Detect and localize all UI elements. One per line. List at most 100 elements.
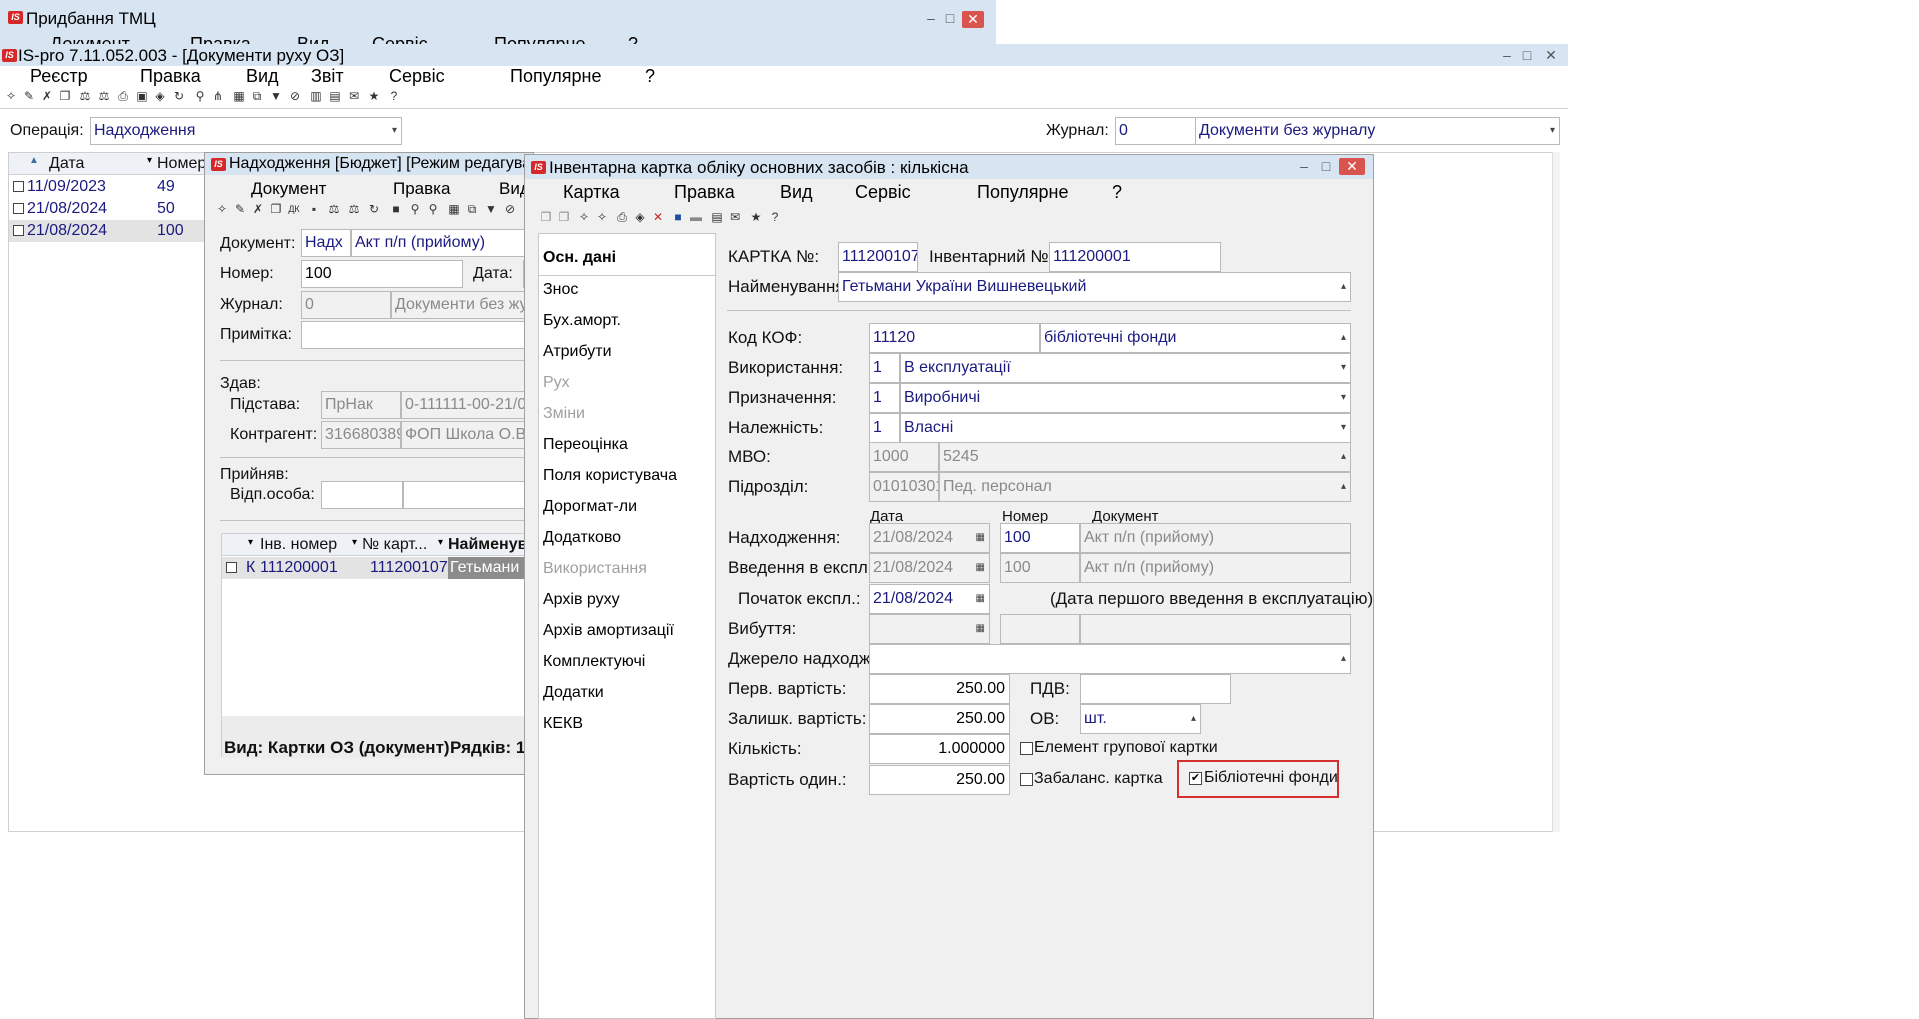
- card-menu-popular[interactable]: Популярне: [977, 182, 1069, 203]
- tab-attachments[interactable]: Додатки: [543, 684, 604, 702]
- new-icon[interactable]: ✧: [215, 202, 229, 216]
- tmc-menu-help[interactable]: ?: [628, 34, 638, 44]
- tab-precious-metals[interactable]: Дорогмат-ли: [543, 498, 637, 516]
- unit-cost-field[interactable]: 250.00: [869, 765, 1010, 795]
- use-code-field[interactable]: 1: [869, 353, 900, 383]
- column-inv-number[interactable]: Інв. номер: [260, 536, 337, 554]
- maximize-icon[interactable]: □: [1315, 158, 1337, 175]
- card-menu-service[interactable]: Сервіс: [855, 182, 911, 203]
- library-funds-checkbox[interactable]: ✔: [1189, 772, 1202, 785]
- scales-icon[interactable]: ⚖: [327, 202, 341, 216]
- search-icon[interactable]: ⚲: [193, 89, 207, 103]
- comment-icon[interactable]: ▬: [689, 210, 703, 224]
- use-select[interactable]: В експлуатації ▾: [900, 353, 1351, 383]
- row-checkbox[interactable]: [13, 203, 24, 214]
- balance-icon[interactable]: ⚖: [347, 202, 361, 216]
- resp-person-name-field[interactable]: [403, 481, 533, 509]
- save-icon[interactable]: ■: [671, 210, 685, 224]
- table-icon[interactable]: ▦: [447, 202, 461, 216]
- document-name-field[interactable]: Акт п/п (прийому): [351, 229, 533, 257]
- belong-select[interactable]: Власні ▾: [900, 413, 1351, 443]
- offbalance-checkbox[interactable]: [1020, 773, 1033, 786]
- card-menu-edit[interactable]: Правка: [674, 182, 735, 203]
- card-menu-card[interactable]: Картка: [563, 182, 620, 203]
- receipt-window-titlebar[interactable]: IS Надходження [Бюджет] [Режим редагуван…: [205, 153, 562, 175]
- tree-icon[interactable]: ⋔: [211, 89, 225, 103]
- resp-person-code-field[interactable]: [321, 481, 403, 509]
- name-field[interactable]: Гетьмани України Вишневецький ▴: [838, 272, 1351, 302]
- note-field[interactable]: [301, 321, 533, 349]
- tab-kekv[interactable]: КЕКВ: [543, 715, 583, 733]
- table-row[interactable]: 21/08/2024 50: [9, 198, 209, 220]
- tab-amortization-archive[interactable]: Архів амортизації: [543, 622, 674, 640]
- print-icon[interactable]: ⎙: [615, 210, 629, 224]
- tmc-menu-document[interactable]: Документ: [50, 34, 130, 44]
- close-icon[interactable]: ✕: [1339, 158, 1365, 175]
- mail-icon[interactable]: ✉: [728, 210, 742, 224]
- main-menu-help[interactable]: ?: [645, 66, 655, 87]
- purpose-select[interactable]: Виробничі ▾: [900, 383, 1351, 413]
- card-menu-help[interactable]: ?: [1112, 182, 1122, 203]
- search-next-icon[interactable]: ⚲: [426, 202, 440, 216]
- help-icon[interactable]: ?: [768, 210, 782, 224]
- column-filter-icon[interactable]: ▾: [147, 155, 152, 166]
- tmc-window-titlebar[interactable]: IS Придбання ТМЦ – □ ✕ Документ Правка В…: [0, 0, 996, 44]
- tmc-menu-edit[interactable]: Правка: [190, 34, 251, 44]
- table-row[interactable]: 11/09/2023 49: [9, 176, 209, 198]
- column-date[interactable]: Дата: [49, 155, 84, 173]
- maximize-icon[interactable]: □: [939, 10, 961, 27]
- refresh-icon[interactable]: ↻: [172, 89, 186, 103]
- card-no-field[interactable]: 111200107: [838, 242, 918, 272]
- block-icon[interactable]: ▪: [307, 202, 321, 216]
- paste-icon[interactable]: ❐: [557, 210, 571, 224]
- main-menu-edit[interactable]: Правка: [140, 66, 201, 87]
- delete-doc-icon[interactable]: ✗: [251, 202, 265, 216]
- chart-icon[interactable]: ▥: [309, 89, 323, 103]
- table-icon[interactable]: ▦: [232, 89, 246, 103]
- maximize-icon[interactable]: □: [1516, 47, 1538, 64]
- close-icon[interactable]: ✕: [1540, 47, 1562, 64]
- row-checkbox[interactable]: [13, 181, 24, 192]
- belong-code-field[interactable]: 1: [869, 413, 900, 443]
- clear-filter-icon[interactable]: ⊘: [288, 89, 302, 103]
- column-card-number[interactable]: № карт...: [362, 536, 427, 554]
- sort-asc-icon[interactable]: ▲: [29, 155, 39, 166]
- package-icon[interactable]: ▣: [135, 89, 149, 103]
- tab-movement-archive[interactable]: Архів руху: [543, 591, 620, 609]
- main-menu-service[interactable]: Сервіс: [389, 66, 445, 87]
- tab-additional[interactable]: Додатково: [543, 529, 621, 547]
- start-date-field[interactable]: 21/08/2024 ▦: [869, 584, 990, 614]
- stop-icon[interactable]: ■: [389, 202, 403, 216]
- row-checkbox[interactable]: [13, 225, 24, 236]
- delete-doc-icon[interactable]: ✗: [40, 89, 54, 103]
- close-icon[interactable]: ✕: [962, 11, 984, 28]
- receipt-menu-edit[interactable]: Правка: [393, 179, 450, 199]
- table-row[interactable]: К 111200001 111200107 Гетьмани Ук: [222, 557, 534, 579]
- tab-user-fields[interactable]: Поля користувача: [543, 467, 677, 485]
- edit-icon[interactable]: ✎: [22, 89, 36, 103]
- table-row-selected[interactable]: 21/08/2024 100: [9, 220, 209, 242]
- group-element-checkbox[interactable]: [1020, 742, 1033, 755]
- main-window-titlebar[interactable]: IS IS-pro 7.11.052.003 - [Документи руху…: [0, 44, 1568, 66]
- main-menu-popular[interactable]: Популярне: [510, 66, 602, 87]
- scales-icon[interactable]: ⚖: [78, 89, 92, 103]
- filter-icon[interactable]: ▼: [269, 89, 283, 103]
- filter-icon[interactable]: ▼: [484, 202, 498, 216]
- column-filter-icon[interactable]: ▾: [352, 537, 357, 548]
- main-menu-report[interactable]: Звіт: [311, 66, 344, 87]
- edit-icon[interactable]: ✎: [233, 202, 247, 216]
- card-window-titlebar[interactable]: IS Інвентарна картка обліку основних зас…: [525, 155, 1373, 179]
- minimize-icon[interactable]: –: [1496, 47, 1518, 64]
- tab-depreciation[interactable]: Знос: [543, 281, 578, 299]
- doc-add-icon[interactable]: ✧: [595, 210, 609, 224]
- copy-icon[interactable]: ❐: [58, 89, 72, 103]
- star-icon[interactable]: ★: [749, 210, 763, 224]
- kof-code-field[interactable]: 11120: [869, 323, 1040, 353]
- main-menu-view[interactable]: Вид: [246, 66, 279, 87]
- row-checkbox[interactable]: [226, 562, 237, 573]
- layers-icon[interactable]: ⧉: [250, 89, 264, 103]
- tag-icon[interactable]: ◈: [633, 210, 647, 224]
- inv-no-field[interactable]: 111200001: [1049, 242, 1221, 272]
- tmc-menu-view[interactable]: Вид: [297, 34, 330, 44]
- tmc-menu-service[interactable]: Сервіс: [372, 34, 428, 44]
